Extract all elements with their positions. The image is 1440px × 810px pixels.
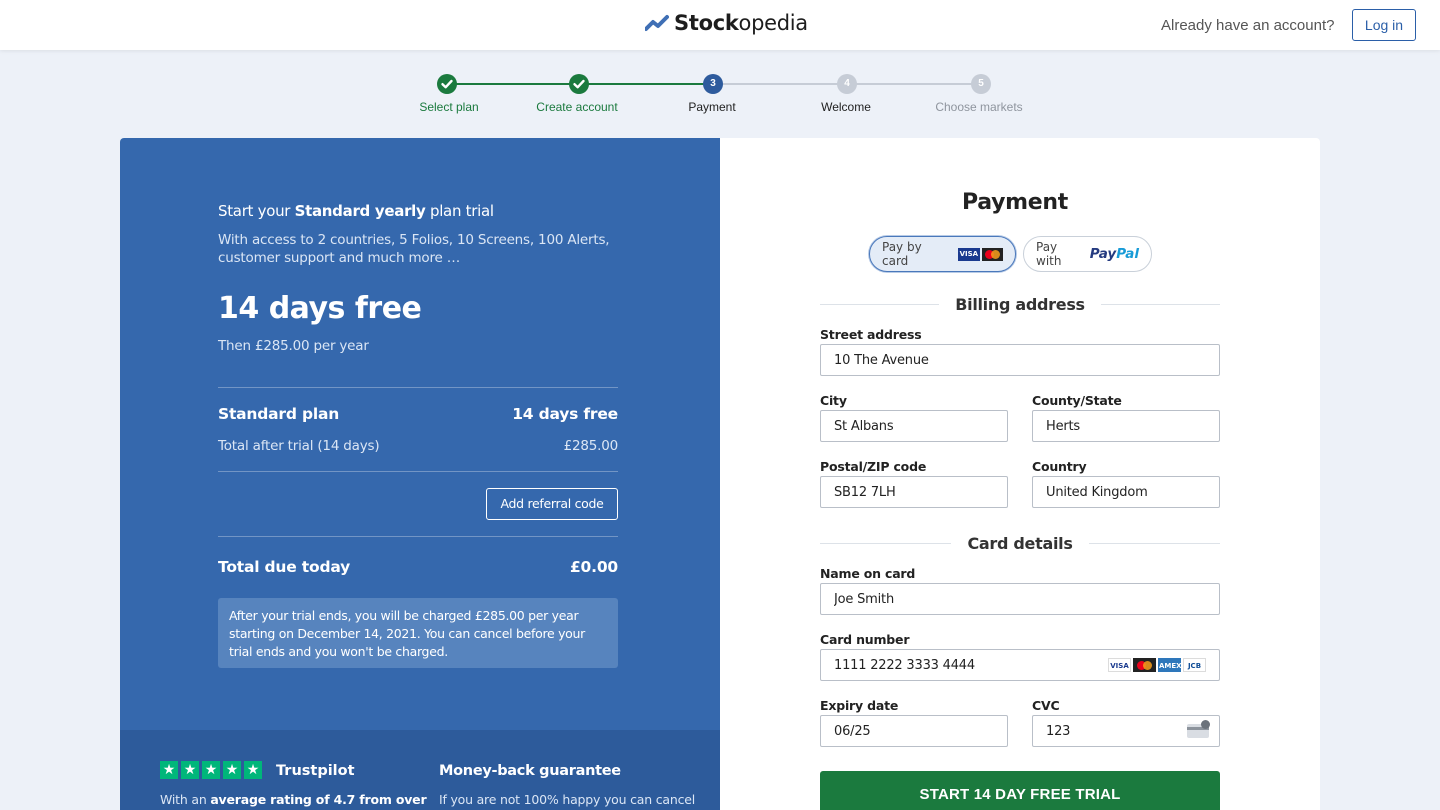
step-5-number: 5 — [971, 74, 991, 94]
expiry-date-label: Expiry date — [820, 698, 899, 713]
star-icon: ★ — [202, 761, 220, 779]
street-address-label: Street address — [820, 327, 922, 342]
stockopedia-logo[interactable]: Stockopedia — [645, 11, 808, 35]
divider — [218, 471, 618, 472]
step-label-create-account[interactable]: Create account — [507, 100, 647, 114]
postal-code-input[interactable] — [820, 476, 1008, 508]
total-due-value: £0.00 — [569, 558, 618, 576]
trustpilot-text: With an average rating of 4.7 from over — [160, 792, 427, 807]
expiry-date-input[interactable] — [820, 715, 1008, 747]
jcb-icon: JCB — [1183, 658, 1206, 672]
billing-address-heading: Billing address — [820, 295, 1221, 314]
country-input[interactable] — [1032, 476, 1220, 508]
accepted-cards: VISA AMEX JCB — [1108, 658, 1206, 672]
step-3-number: 3 — [703, 74, 723, 94]
cvc-card-icon — [1187, 720, 1210, 738]
payment-title: Payment — [962, 190, 1068, 215]
step-1-check-icon — [437, 74, 457, 94]
money-back-label: Money-back guarantee — [439, 763, 621, 779]
card-number-label: Card number — [820, 632, 910, 647]
after-trial-value: £285.00 — [563, 438, 619, 454]
already-have-account-text: Already have an account? — [1161, 17, 1335, 34]
total-due-row: Total due today £0.00 — [218, 558, 618, 576]
plan-trial: 14 days free — [512, 405, 618, 423]
divider — [218, 536, 618, 537]
step-label-welcome: Welcome — [821, 100, 871, 114]
after-trial-label: Total after trial (14 days) — [218, 438, 380, 454]
plan-name: Standard plan — [218, 405, 340, 423]
cvc-label: CVC — [1032, 698, 1060, 713]
paypal-logo-icon: PayPal — [1089, 246, 1139, 262]
step-4-number: 4 — [837, 74, 857, 94]
plan-summary-panel: Start your Standard yearly plan trial Wi… — [120, 138, 720, 810]
brand-name: Stockopedia — [674, 11, 808, 35]
star-icon: ★ — [223, 761, 241, 779]
login-button[interactable]: Log in — [1352, 9, 1416, 41]
city-label: City — [820, 393, 847, 408]
start-free-trial-button[interactable]: START 14 DAY FREE TRIAL — [820, 771, 1220, 810]
divider — [218, 387, 618, 388]
step-connector — [578, 83, 712, 85]
pay-with-paypal-tab[interactable]: Pay with PayPal — [1023, 236, 1152, 272]
country-label: Country — [1032, 459, 1087, 474]
mastercard-icon — [981, 247, 1003, 261]
step-label-choose-markets: Choose markets — [935, 100, 1023, 114]
visa-icon: VISA — [958, 247, 980, 261]
amex-icon: AMEX — [1158, 658, 1182, 672]
plan-access-text: With access to 2 countries, 5 Folios, 10… — [218, 232, 610, 266]
county-label: County/State — [1032, 393, 1122, 408]
logo-chart-icon — [645, 15, 669, 31]
trustpilot-stars: ★ ★ ★ ★ ★ — [160, 761, 262, 779]
city-input[interactable] — [820, 410, 1008, 442]
visa-icon: VISA — [1108, 658, 1131, 672]
step-2-check-icon — [569, 74, 589, 94]
star-icon: ★ — [160, 761, 178, 779]
name-on-card-label: Name on card — [820, 566, 916, 581]
name-on-card-input[interactable] — [820, 583, 1220, 615]
pay-by-card-label: Pay by card — [882, 240, 922, 268]
card-details-heading: Card details — [820, 534, 1221, 553]
payment-form-panel: Payment Pay by card VISA Pay with PayPal… — [720, 138, 1320, 810]
money-back-text: If you are not 100% happy you can cancel — [439, 792, 696, 807]
trial-headline: 14 days free — [218, 291, 422, 326]
plan-row: Standard plan 14 days free — [218, 405, 618, 423]
checkout-card: Start your Standard yearly plan trial Wi… — [120, 138, 1320, 810]
step-label-payment: Payment — [688, 100, 736, 114]
trustpilot-label: Trustpilot — [276, 763, 355, 779]
star-icon: ★ — [244, 761, 262, 779]
trial-notice: After your trial ends, you will be charg… — [218, 598, 618, 668]
add-referral-code-button[interactable]: Add referral code — [486, 488, 618, 520]
plan-intro: Start your Standard yearly plan trial — [218, 202, 494, 220]
street-address-input[interactable] — [820, 344, 1220, 376]
top-bar: Stockopedia Already have an account? Log… — [0, 0, 1440, 50]
step-label-select-plan[interactable]: Select plan — [379, 100, 519, 114]
pay-with-label: Pay with — [1036, 240, 1062, 268]
step-connector — [448, 83, 578, 85]
then-price-text: Then £285.00 per year — [218, 338, 369, 354]
postal-code-label: Postal/ZIP code — [820, 459, 927, 474]
county-input[interactable] — [1032, 410, 1220, 442]
mastercard-icon — [1133, 658, 1156, 672]
total-due-label: Total due today — [218, 558, 351, 576]
after-trial-row: Total after trial (14 days) £285.00 — [218, 438, 618, 454]
star-icon: ★ — [181, 761, 199, 779]
pay-by-card-tab[interactable]: Pay by card VISA — [869, 236, 1016, 272]
